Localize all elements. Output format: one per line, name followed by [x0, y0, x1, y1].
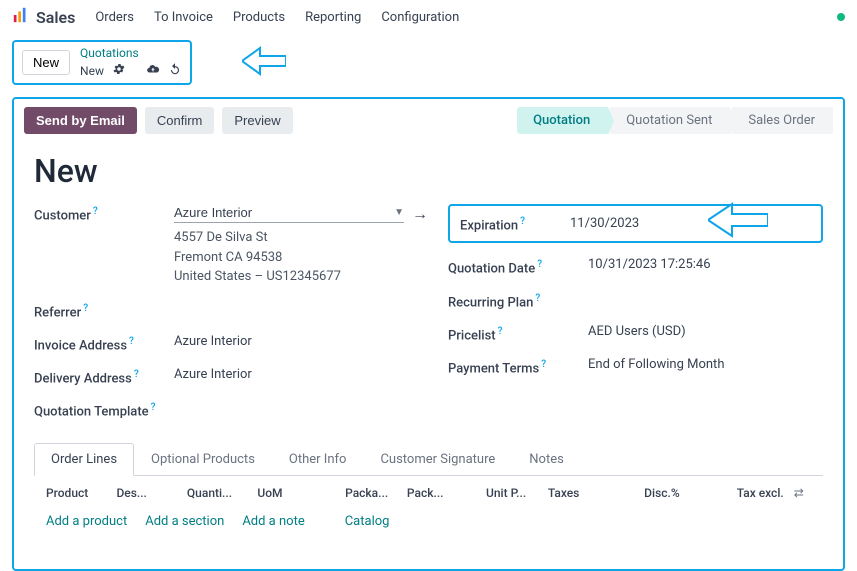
customer-address: 4557 De Silva St Fremont CA 94538 United… [174, 228, 428, 287]
recurring-plan-label: Recurring Plan [448, 295, 533, 310]
payment-terms-label: Payment Terms [448, 362, 539, 377]
send-by-email-button[interactable]: Send by Email [24, 107, 137, 134]
status-quotation[interactable]: Quotation [517, 107, 608, 134]
status-dot [837, 13, 845, 21]
preview-button[interactable]: Preview [222, 107, 292, 134]
col-uom: UoM [257, 486, 335, 500]
tab-notes[interactable]: Notes [512, 443, 581, 476]
help-icon[interactable]: ? [134, 369, 139, 380]
brand-text: Sales [36, 8, 75, 27]
breadcrumb-quotations[interactable]: Quotations [80, 46, 182, 60]
customer-input[interactable] [174, 205, 388, 220]
status-quotation-sent[interactable]: Quotation Sent [610, 107, 730, 134]
quotation-date-value[interactable]: 10/31/2023 17:25:46 [588, 257, 823, 272]
col-packaging: Packa... [345, 486, 397, 500]
breadcrumb-current: New [80, 64, 104, 78]
breadcrumb-row: New Quotations New [0, 34, 857, 91]
customer-label: Customer [34, 208, 91, 223]
invoice-address-label: Invoice Address [34, 338, 127, 353]
add-note-link[interactable]: Add a note [242, 514, 304, 529]
col-product: Product [46, 486, 106, 500]
add-section-link[interactable]: Add a section [145, 514, 224, 529]
annotation-arrow-breadcrumb [242, 46, 286, 80]
col-unit-price: Unit P... [486, 486, 538, 500]
page-title: New [34, 152, 823, 190]
help-icon[interactable]: ? [129, 336, 134, 347]
nav-to-invoice[interactable]: To Invoice [154, 10, 213, 25]
expiration-value[interactable]: 11/30/2023 [570, 216, 811, 231]
delivery-address-label: Delivery Address [34, 371, 132, 386]
add-product-link[interactable]: Add a product [46, 514, 127, 529]
help-icon[interactable]: ? [498, 326, 503, 337]
help-icon[interactable]: ? [520, 216, 525, 227]
status-sales-order[interactable]: Sales Order [732, 107, 833, 134]
help-icon[interactable]: ? [537, 259, 542, 270]
annotation-arrow-expiration [708, 202, 768, 242]
col-discount: Disc.% [644, 486, 713, 500]
nav-configuration[interactable]: Configuration [381, 10, 459, 25]
line-columns: Product Des... Quanti... UoM Packa... Pa… [34, 476, 823, 506]
status-pills: Quotation Quotation Sent Sales Order [515, 107, 833, 134]
external-link-icon[interactable]: → [412, 204, 428, 224]
col-packaging-qty: Pack... [407, 486, 476, 500]
payment-terms-value[interactable]: End of Following Month [588, 357, 823, 372]
nav-orders[interactable]: Orders [95, 10, 134, 25]
new-button[interactable]: New [22, 50, 70, 75]
breadcrumb-highlight: New Quotations New [12, 40, 192, 85]
form-tabs: Order Lines Optional Products Other Info… [34, 442, 823, 476]
tab-optional-products[interactable]: Optional Products [134, 443, 272, 476]
action-bar: Send by Email Confirm Preview Quotation … [14, 99, 843, 142]
help-icon[interactable]: ? [83, 303, 88, 314]
tab-other-info[interactable]: Other Info [272, 443, 364, 476]
tab-customer-signature[interactable]: Customer Signature [363, 443, 512, 476]
brand-logo [12, 6, 30, 28]
col-quantity: Quanti... [187, 486, 247, 500]
discard-icon[interactable] [168, 62, 182, 79]
cloud-upload-icon[interactable] [146, 62, 160, 79]
quotation-template-label: Quotation Template [34, 405, 149, 420]
help-icon[interactable]: ? [93, 206, 98, 217]
referrer-label: Referrer [34, 305, 81, 320]
chevron-down-icon[interactable]: ▼ [394, 207, 404, 218]
catalog-link[interactable]: Catalog [345, 514, 390, 529]
nav-products[interactable]: Products [233, 10, 285, 25]
expiration-label: Expiration [460, 218, 518, 233]
delivery-address-value[interactable]: Azure Interior [174, 367, 428, 382]
col-description: Des... [116, 486, 176, 500]
tab-order-lines[interactable]: Order Lines [34, 443, 134, 476]
gear-icon[interactable] [112, 62, 126, 79]
help-icon[interactable]: ? [541, 359, 546, 370]
columns-config-icon[interactable]: ⇄ [794, 486, 811, 500]
col-tax-excl: Tax excl. [723, 486, 783, 500]
brand[interactable]: Sales [12, 6, 75, 28]
pricelist-value[interactable]: AED Users (USD) [588, 324, 823, 339]
help-icon[interactable]: ? [535, 293, 540, 304]
invoice-address-value[interactable]: Azure Interior [174, 334, 428, 349]
col-taxes: Taxes [548, 486, 634, 500]
confirm-button[interactable]: Confirm [145, 107, 215, 134]
quotation-date-label: Quotation Date [448, 262, 535, 277]
help-icon[interactable]: ? [151, 402, 156, 413]
nav-reporting[interactable]: Reporting [305, 10, 361, 25]
top-navbar: Sales Orders To Invoice Products Reporti… [0, 0, 857, 34]
pricelist-label: Pricelist [448, 328, 496, 343]
line-actions: Add a product Add a section Add a note C… [34, 506, 823, 549]
form-sheet: Send by Email Confirm Preview Quotation … [12, 97, 845, 571]
